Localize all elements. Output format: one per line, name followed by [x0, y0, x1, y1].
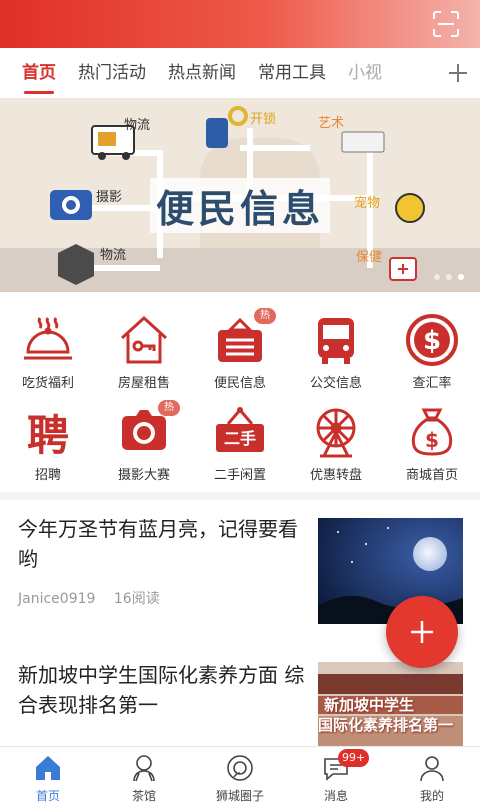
add-tab-button[interactable] — [436, 48, 480, 98]
tabbar-label: 茶馆 — [131, 789, 156, 803]
grid-label: 房屋租售 — [117, 376, 170, 391]
tabbar-label: 首页 — [35, 789, 60, 803]
ferris-wheel-icon — [316, 408, 356, 458]
grid-item-info[interactable]: 热 便民信息 — [192, 300, 288, 392]
carousel-indicator — [434, 274, 464, 280]
tab-video[interactable]: 小视 — [348, 48, 382, 98]
carousel-dot[interactable] — [446, 274, 452, 280]
tabbar-label: 我的 — [419, 789, 444, 803]
grid-label: 查汇率 — [412, 376, 452, 391]
grid-item-photo-contest[interactable]: 热 摄影大赛 — [96, 392, 192, 484]
top-header — [0, 0, 480, 48]
teahouse-icon — [133, 755, 155, 782]
floating-add-button[interactable] — [386, 596, 458, 668]
scan-icon[interactable] — [432, 10, 460, 38]
banner-label-logistics-2: 物流 — [100, 248, 127, 263]
secondhand-sign-icon: 二手 — [216, 407, 264, 452]
article-title[interactable]: 新加坡中学生国际化素养方面 综合表现排名第一 — [18, 660, 308, 720]
grid-label: 优惠转盘 — [309, 468, 362, 483]
banner-label-pets: 宠物 — [354, 196, 381, 211]
svg-text:$: $ — [425, 428, 439, 452]
home-icon — [36, 756, 60, 780]
message-count-badge: 99+ — [338, 749, 370, 767]
grid-label: 摄影大赛 — [117, 468, 170, 483]
svg-text:聘: 聘 — [27, 411, 69, 460]
grid-item-secondhand[interactable]: 二手 二手闲置 — [192, 392, 288, 484]
section-divider — [0, 492, 480, 500]
grid-item-bus[interactable]: 公交信息 — [288, 300, 384, 392]
grid-label: 公交信息 — [309, 376, 362, 391]
grid-label: 吃货福利 — [21, 376, 74, 391]
house-key-icon — [120, 315, 168, 364]
grid-label: 商城首页 — [405, 468, 458, 483]
banner-label-art: 艺术 — [318, 116, 345, 131]
carousel-dot[interactable] — [434, 274, 440, 280]
article-item[interactable]: 今年万圣节有蓝月亮，记得要看哟 Janice0919 16阅读 — [18, 514, 308, 608]
thumb-text: 新加坡中学生 — [324, 696, 415, 714]
article-author: Janice0919 — [18, 591, 96, 607]
tab-hot-news[interactable]: 热点新闻 — [168, 48, 236, 98]
banner-label-logistics: 物流 — [124, 118, 151, 133]
article-thumbnail[interactable]: 新加坡中学生 国际化素养排名第一 — [318, 662, 463, 746]
grid-item-exchange[interactable]: $ 查汇率 — [384, 300, 480, 392]
tabbar-profile[interactable]: 我的 — [384, 747, 480, 803]
banner-label-photo: 摄影 — [96, 190, 123, 205]
thumb-text: 国际化素养排名第一 — [318, 716, 454, 734]
hot-badge: 热 — [158, 400, 180, 416]
bottom-tab-bar: 首页 茶馆 狮城圈子 99+ 消息 我的 — [0, 746, 480, 803]
grid-item-mall[interactable]: $ 商城首页 — [384, 392, 480, 484]
grid-label: 二手闲置 — [213, 468, 266, 483]
service-grid: 吃货福利 房屋租售 热 便民信息 公交信息 $ 查汇率 聘 招聘 热 摄影大赛 … — [0, 292, 480, 492]
food-cloche-icon — [24, 317, 72, 360]
grid-item-housing[interactable]: 房屋租售 — [96, 300, 192, 392]
profile-icon — [420, 756, 444, 782]
recruit-icon: 聘 — [27, 411, 69, 460]
article-reads: 16阅读 — [113, 591, 160, 607]
article-meta: Janice0919 16阅读 — [18, 588, 308, 608]
banner-title: 便民信息 — [150, 178, 331, 233]
grid-item-food[interactable]: 吃货福利 — [0, 300, 96, 392]
tab-tools[interactable]: 常用工具 — [258, 48, 326, 98]
grid-item-recruit[interactable]: 聘 招聘 — [0, 392, 96, 484]
dollar-coin-icon: $ — [406, 314, 458, 366]
grid-item-wheel[interactable]: 优惠转盘 — [288, 392, 384, 484]
grid-label: 便民信息 — [213, 376, 266, 391]
bus-icon — [318, 318, 354, 364]
banner-label-health: 保健 — [356, 250, 383, 265]
tabbar-home[interactable]: 首页 — [0, 747, 96, 803]
tabbar-messages[interactable]: 99+ 消息 — [288, 747, 384, 803]
circle-icon — [227, 755, 253, 781]
carousel-dot-active[interactable] — [458, 274, 464, 280]
plus-icon — [449, 64, 467, 82]
money-bag-icon: $ — [411, 408, 453, 456]
tabbar-label: 消息 — [323, 789, 348, 803]
banner-carousel[interactable]: 便民信息 物流 开锁 艺术 摄影 宠物 物流 保健 — [0, 98, 480, 292]
tabbar-label: 狮城圈子 — [215, 789, 264, 803]
plus-icon — [411, 621, 433, 643]
grid-label: 招聘 — [34, 468, 61, 483]
svg-text:二手: 二手 — [224, 429, 256, 448]
article-item[interactable]: 新加坡中学生国际化素养方面 综合表现排名第一 — [18, 660, 308, 720]
category-tabs: 首页 热门活动 热点新闻 常用工具 小视 — [0, 48, 480, 98]
tab-hot-activities[interactable]: 热门活动 — [78, 48, 146, 98]
tabbar-circle[interactable]: 狮城圈子 — [192, 747, 288, 803]
hot-badge: 热 — [254, 308, 276, 324]
tabbar-teahouse[interactable]: 茶馆 — [96, 747, 192, 803]
article-title[interactable]: 今年万圣节有蓝月亮，记得要看哟 — [18, 514, 308, 574]
banner-label-unlock: 开锁 — [250, 112, 277, 127]
svg-text:$: $ — [423, 326, 441, 356]
tab-home[interactable]: 首页 — [22, 48, 56, 98]
